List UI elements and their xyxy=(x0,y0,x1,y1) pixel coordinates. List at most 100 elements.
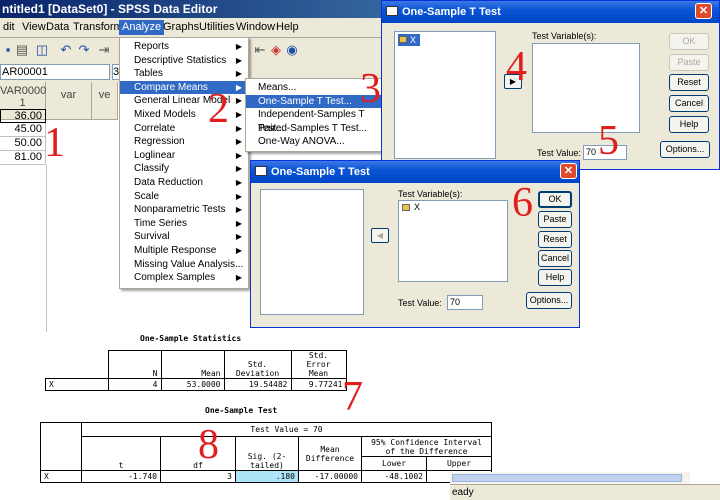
analyze-item-nonparametric-tests[interactable]: Nonparametric Tests ▶ xyxy=(120,203,248,217)
analyze-item-complex-samples[interactable]: Complex Samples ▶ xyxy=(120,271,248,285)
close-icon[interactable]: ✕ xyxy=(695,3,712,19)
dialog-title: One-Sample T Test xyxy=(402,6,501,18)
test-value-label: Test Value: xyxy=(398,298,442,308)
ok-button[interactable]: OK xyxy=(669,33,709,50)
submenu-arrow-icon: ▶ xyxy=(235,178,242,187)
status-text: eady xyxy=(452,487,474,498)
test-value-input[interactable]: 70 xyxy=(447,295,483,310)
cell-mean: 53.0000 xyxy=(160,378,225,391)
menu-item-label: Classify xyxy=(134,163,170,175)
annotation-step-8: 8 xyxy=(198,422,219,468)
analyze-item-data-reduction[interactable]: Data Reduction ▶ xyxy=(120,176,248,190)
undo-icon[interactable]: ↶ xyxy=(58,42,74,58)
test-variables-list[interactable]: X xyxy=(398,200,508,282)
menu-item-label: Reports xyxy=(134,41,170,52)
test-variables-label: Test Variable(s): xyxy=(532,31,597,41)
analyze-item-tables[interactable]: Tables ▶ xyxy=(120,67,248,81)
submenu-arrow-icon: ▶ xyxy=(235,123,242,133)
analyze-item-missing-value-analysis[interactable]: Missing Value Analysis... xyxy=(120,258,248,272)
dialog-recall-icon[interactable]: ◫ xyxy=(34,42,50,58)
submenu-arrow-icon: ▶ xyxy=(235,205,242,215)
one-sample-test-table: Test Value = 70 t df Sig. (2-tailed) Mea… xyxy=(40,422,492,483)
source-variable-list[interactable] xyxy=(260,189,364,315)
menu-edit[interactable]: dit xyxy=(0,20,18,35)
paste-button[interactable]: Paste xyxy=(669,54,709,71)
options-button[interactable]: Options... xyxy=(660,141,710,158)
redo-icon[interactable]: ↷ xyxy=(76,42,92,58)
help-button[interactable]: Help xyxy=(669,116,709,133)
submenu-arrow-icon: ▶ xyxy=(235,150,242,160)
menu-item-label: Data Reduction xyxy=(134,177,203,188)
data-cell[interactable]: 81.00 xyxy=(0,151,46,165)
column-header-var[interactable]: var xyxy=(46,82,92,120)
menu-analyze[interactable]: Analyze xyxy=(119,20,165,35)
move-variable-left-button[interactable]: ◀ xyxy=(371,228,389,243)
use-sets-icon[interactable]: ◉ xyxy=(284,42,300,58)
submenu-arrow-icon: ▶ xyxy=(235,82,242,92)
analyze-item-regression[interactable]: Regression ▶ xyxy=(120,135,248,149)
dialog-titlebar: One-Sample T Test ✕ xyxy=(382,1,719,23)
scrollbar-thumb[interactable] xyxy=(452,474,682,482)
goto-case-icon[interactable]: ⇥ xyxy=(96,42,112,58)
cancel-button[interactable]: Cancel xyxy=(538,250,572,267)
menu-utilities[interactable]: Utilities xyxy=(196,20,237,35)
data-cell[interactable]: 50.00 xyxy=(0,137,46,151)
analyze-item-loglinear[interactable]: Loglinear ▶ xyxy=(120,149,248,163)
submenu-arrow-icon: ▶ xyxy=(235,246,242,255)
column-header-ve[interactable]: ve xyxy=(92,82,118,120)
ok-button[interactable]: OK xyxy=(538,191,572,208)
annotation-step-6: 6 xyxy=(512,180,533,226)
analyze-item-reports[interactable]: Reports ▶ xyxy=(120,40,248,54)
cell-std-deviation: 19.54482 xyxy=(223,378,292,391)
submenu-arrow-icon: ▶ xyxy=(235,273,242,283)
ci-header: 95% Confidence Interval of the Differenc… xyxy=(361,436,492,457)
reset-button[interactable]: Reset xyxy=(669,74,709,91)
menu-item-label: Nonparametric Tests xyxy=(134,204,226,216)
submenu-arrow-icon: ▶ xyxy=(235,42,242,51)
scale-variable-icon xyxy=(402,204,410,211)
analyze-item-survival[interactable]: Survival ▶ xyxy=(120,230,248,244)
analyze-item-time-series[interactable]: Time Series ▶ xyxy=(120,217,248,231)
spss-window-icon xyxy=(255,166,267,176)
reset-button[interactable]: Reset xyxy=(538,231,572,248)
menu-data[interactable]: Data xyxy=(43,20,72,35)
submenu-arrow-icon: ▶ xyxy=(235,96,242,106)
stub-cell xyxy=(40,422,82,471)
options-button[interactable]: Options... xyxy=(526,292,572,309)
analyze-item-descriptive-statistics[interactable]: Descriptive Statistics ▶ xyxy=(120,54,248,68)
cell-lower: -48.1002 xyxy=(361,470,427,483)
analyze-item-classify[interactable]: Classify ▶ xyxy=(120,162,248,176)
close-icon[interactable]: ✕ xyxy=(560,163,577,179)
menu-window[interactable]: Window xyxy=(233,20,278,35)
submenu-arrow-icon: ▶ xyxy=(235,191,242,201)
data-cell[interactable]: 36.00 xyxy=(0,109,46,123)
print-icon[interactable]: ▤ xyxy=(14,42,30,58)
variable-x[interactable]: X xyxy=(414,202,420,212)
submenu-item-one-way-anova[interactable]: One-Way ANOVA... xyxy=(246,135,382,149)
value-labels-icon[interactable]: ◈ xyxy=(268,42,284,58)
submenu-item-paired-samples-t-test[interactable]: Paired-Samples T Test... xyxy=(246,122,382,136)
source-variable-list[interactable]: X xyxy=(394,31,496,159)
test-variables-list[interactable] xyxy=(532,43,640,133)
menu-help[interactable]: Help xyxy=(273,20,302,35)
stats-table-title: One-Sample Statistics xyxy=(140,334,242,343)
menu-item-label: Tables xyxy=(134,68,163,80)
analyze-item-scale[interactable]: Scale ▶ xyxy=(120,190,248,204)
submenu-arrow-icon: ▶ xyxy=(235,110,242,119)
submenu-arrow-icon: ▶ xyxy=(235,55,242,65)
cell-mean-difference: -17.00000 xyxy=(298,470,362,483)
col-header-mean-difference: Mean Difference xyxy=(298,436,362,471)
col-header-mean: Mean xyxy=(160,350,225,379)
paste-button[interactable]: Paste xyxy=(538,211,572,228)
menu-item-label: Multiple Response xyxy=(134,245,217,256)
menu-transform[interactable]: Transform xyxy=(70,20,126,35)
scale-variable-icon xyxy=(399,36,407,43)
analyze-item-multiple-response[interactable]: Multiple Response ▶ xyxy=(120,244,248,258)
col-header-n: N xyxy=(107,350,162,379)
help-button[interactable]: Help xyxy=(538,269,572,286)
col-header-t: t xyxy=(81,436,161,471)
cancel-button[interactable]: Cancel xyxy=(669,95,709,112)
select-cases-icon[interactable]: ⇤ xyxy=(252,42,268,58)
data-cell[interactable]: 45.00 xyxy=(0,123,46,137)
cell-name-field[interactable]: AR00001 xyxy=(0,64,110,80)
